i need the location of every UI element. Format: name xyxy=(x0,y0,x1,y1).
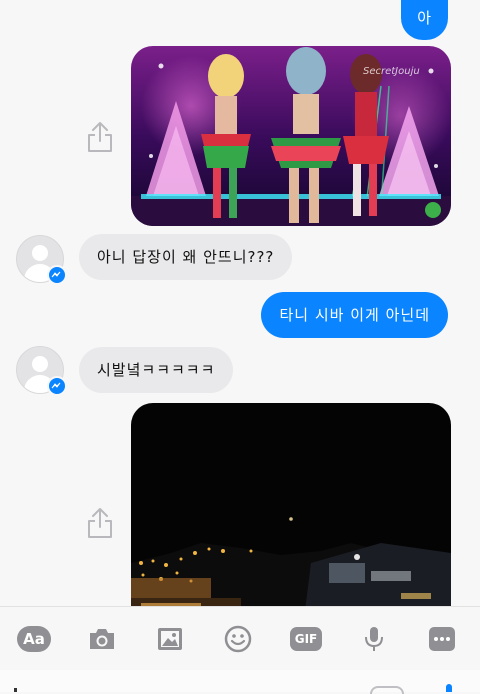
like-button-icon[interactable] xyxy=(446,684,452,692)
messenger-badge-icon xyxy=(47,376,67,396)
incoming-message[interactable]: 시발녘ㅋㅋㅋㅋㅋ xyxy=(79,347,234,393)
outgoing-message[interactable]: 아 xyxy=(401,0,448,40)
message-input-area[interactable] xyxy=(0,670,480,694)
photo-watermark: SecretJouju xyxy=(363,66,420,77)
messenger-badge-icon xyxy=(47,265,67,285)
composer-toolbar: Aa GIF xyxy=(0,606,480,671)
microphone-icon[interactable] xyxy=(356,623,392,655)
incoming-message[interactable]: 아니 답장이 왜 안뜨니??? xyxy=(79,234,293,280)
emoji-button-icon[interactable] xyxy=(370,686,404,694)
image-icon[interactable] xyxy=(152,623,188,655)
christmas-stage-image: SecretJouju xyxy=(131,46,451,226)
gif-label: GIF xyxy=(290,627,322,651)
message-text: 아니 답장이 왜 안뜨니??? xyxy=(97,248,275,266)
message-text: 아 xyxy=(417,9,432,27)
camera-icon[interactable] xyxy=(84,623,120,655)
more-icon[interactable] xyxy=(424,623,460,655)
cursor-fragment xyxy=(14,688,17,692)
aa-label: Aa xyxy=(17,626,51,652)
aa-icon[interactable]: Aa xyxy=(16,623,52,655)
emoji-icon[interactable] xyxy=(220,623,256,655)
gif-icon[interactable]: GIF xyxy=(288,623,324,655)
share-icon[interactable] xyxy=(86,506,114,540)
message-text: 시발녘ㅋㅋㅋㅋㅋ xyxy=(97,361,216,379)
shared-photo[interactable]: SecretJouju xyxy=(131,46,451,226)
message-text: 타니 시바 이게 아닌데 xyxy=(279,306,430,324)
outgoing-message[interactable]: 타니 시바 이게 아닌데 xyxy=(261,292,448,338)
share-icon[interactable] xyxy=(86,120,114,154)
